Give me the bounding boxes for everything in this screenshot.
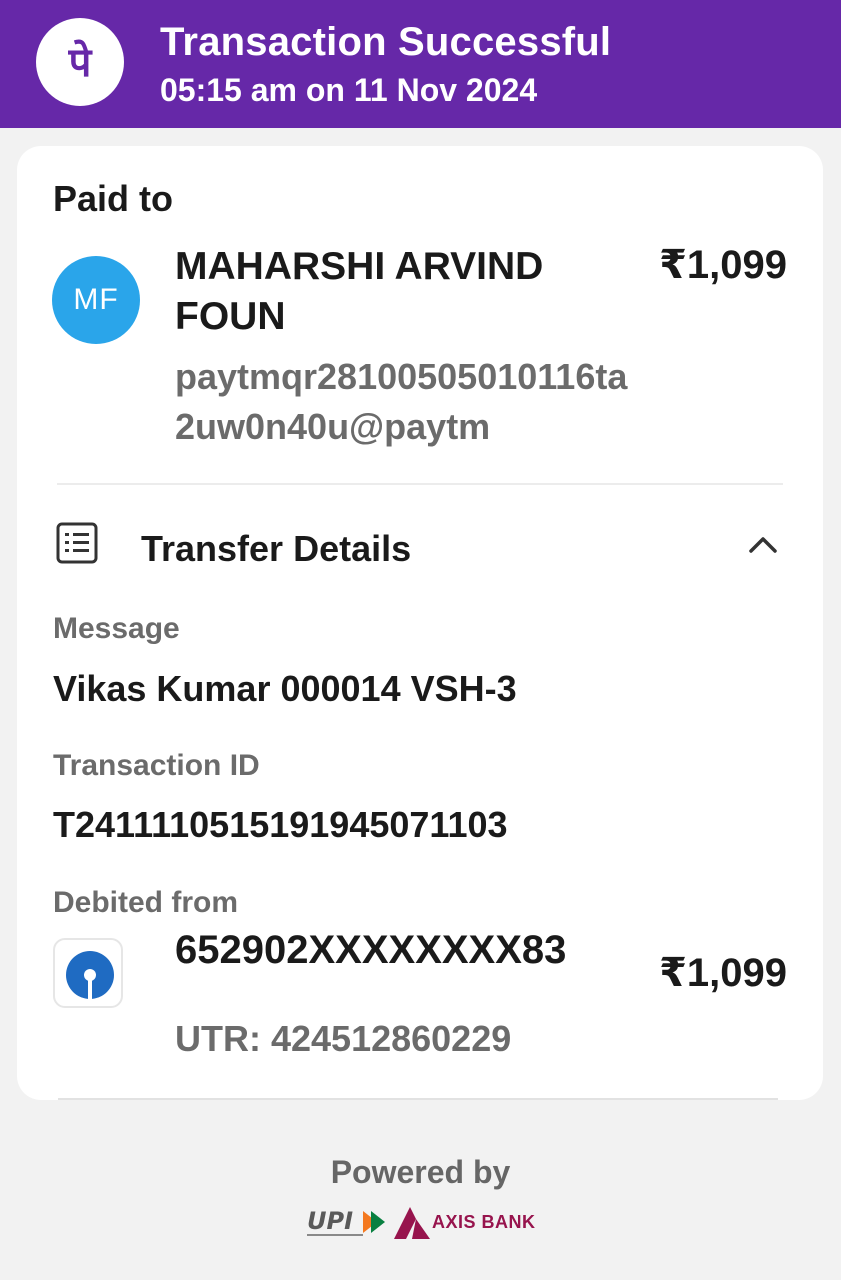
payee-avatar: MF [52,256,140,344]
message-label: Message [53,612,180,645]
payee-name: MAHARSHI ARVIND FOUN [175,245,544,338]
chevron-up-icon[interactable] [745,529,781,559]
transaction-status-title: Transaction Successful [160,20,612,64]
svg-text:पे: पे [68,39,93,86]
transaction-datetime: 05:15 am on 11 Nov 2024 [160,72,538,108]
message-value: Vikas Kumar 000014 VSH-3 [53,668,517,709]
section-divider [57,483,783,485]
debited-from-label: Debited from [53,886,239,919]
sbi-logo-icon [53,938,123,1008]
upi-logo-text: UPI [307,1207,353,1235]
payee-vpa: paytmqr28100505010116ta2uw0n40u@paytm [175,356,628,447]
phonepe-logo: पे [36,18,124,106]
transaction-card: Paid to MF MAHARSHI ARVIND FOUN ₹1,099 p… [17,146,823,1100]
payee-amount: ₹1,099 [659,243,787,287]
header-bar: पे Transaction Successful 05:15 am on 11… [0,0,841,128]
axis-bank-name: AXIS BANK [432,1212,536,1232]
transaction-id-value[interactable]: T2411110515191945071103 [53,804,508,846]
footer-divider [58,1098,778,1100]
list-icon [55,521,99,565]
utr-number[interactable]: UTR: 424512860229 [175,1018,511,1060]
powered-by-label: Powered by [330,1154,511,1190]
paid-to-heading: Paid to [53,178,174,219]
debit-amount: ₹1,099 [659,951,787,995]
transaction-id-label: Transaction ID [53,749,260,782]
debit-account-number: 652902XXXXXXXX83 [175,928,567,972]
upi-logo: UPI [305,1205,387,1241]
transfer-details-title[interactable]: Transfer Details [141,528,411,570]
